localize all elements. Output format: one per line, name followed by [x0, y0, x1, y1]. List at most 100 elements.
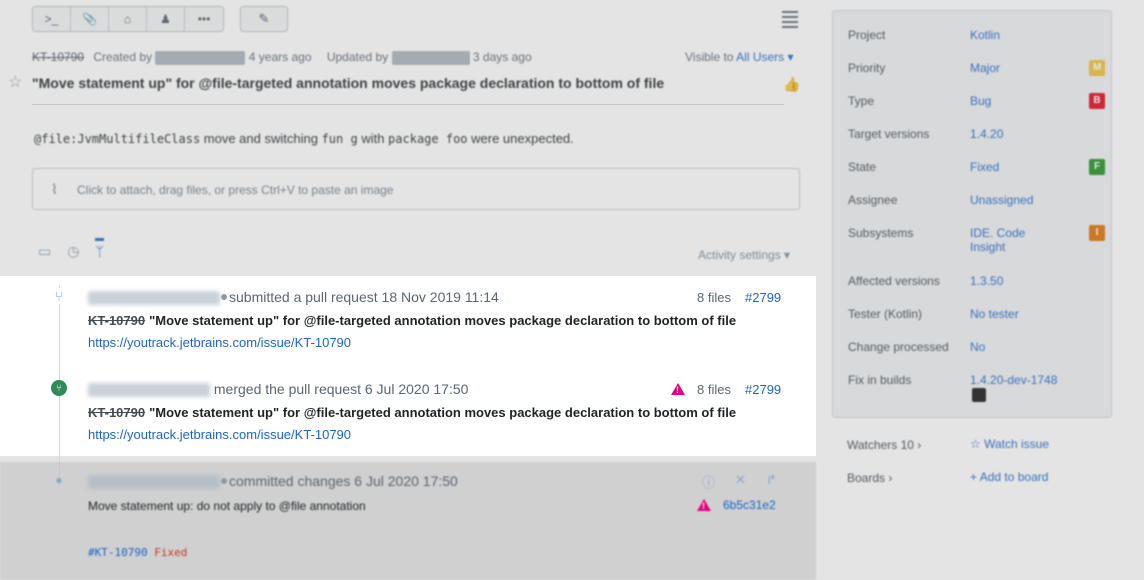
boards-toggle[interactable]: Boards › — [847, 471, 892, 485]
field-label: Project — [848, 28, 886, 42]
pull-request-icon: ⑂ — [51, 288, 67, 304]
watchers-toggle[interactable]: Watchers 10 › — [847, 438, 921, 452]
commit-hash-link[interactable]: 6b5c31e2 — [723, 498, 776, 512]
pr-title-text: "Move statement up" for @file-targeted a… — [149, 405, 737, 420]
edit-button[interactable]: ✎ — [240, 6, 288, 32]
pr-files-count[interactable]: 8 files — [697, 382, 731, 397]
field-value-assignee[interactable]: Unassigned — [970, 193, 1033, 207]
desc-text: move and switching — [200, 131, 322, 146]
field-label: State — [848, 160, 877, 174]
field-value-project[interactable]: Kotlin — [970, 28, 1000, 42]
desc-code: fun g — [321, 132, 358, 146]
star-icon: ☆ — [970, 437, 985, 451]
comments-tab-icon[interactable]: ▭ — [38, 243, 51, 260]
field-value-tester[interactable]: No tester — [970, 307, 1019, 321]
field-label: Target versions — [848, 127, 930, 141]
author-name-redacted[interactable] — [88, 291, 220, 306]
command-button[interactable]: >_ — [33, 7, 71, 31]
issue-id[interactable]: KT-10790 — [88, 405, 145, 420]
more-icon: ••• — [197, 12, 211, 26]
watch-issue-link[interactable]: ☆ Watch issue — [970, 437, 1049, 451]
state-badge: F — [1089, 159, 1105, 175]
share-icon[interactable]: ↱ — [766, 472, 777, 491]
more-button[interactable]: ••• — [185, 7, 223, 31]
field-value-subsystems[interactable]: IDE. Code Insight — [970, 226, 1040, 254]
issue-id[interactable]: KT-10790 — [88, 313, 145, 328]
activity-header: committed changes 6 Jul 2020 17:50 — [88, 473, 458, 490]
activity-action: submitted a pull request 18 Nov 2019 11:… — [229, 289, 499, 305]
thumbs-up-icon[interactable]: 👍 — [783, 76, 800, 93]
info-icon[interactable]: ⓘ — [702, 472, 715, 491]
subsystem-badge: I — [1089, 225, 1105, 241]
field-label: Type — [848, 94, 875, 108]
issue-meta: KT-10790 Created by 4 years ago Updated … — [32, 50, 532, 65]
field-label: Priority — [848, 61, 886, 75]
updater-avatar[interactable] — [391, 50, 470, 65]
pr-number-link[interactable]: #2799 — [745, 290, 781, 305]
field-label: Tester (Kotlin) — [848, 307, 923, 321]
issue-title: "Move statement up" for @file-targeted a… — [32, 75, 665, 91]
field-label: Assignee — [848, 193, 898, 207]
warning-icon[interactable] — [697, 499, 711, 511]
issue-page: >_ 📎 ⌂ ♟ ••• ✎ KT-10790 Created by 4 yea… — [0, 0, 1144, 580]
vcs-tab-icon[interactable]: ᛘ — [95, 238, 104, 260]
attach-dropzone[interactable]: ⌇ Click to attach, drag files, or press … — [32, 168, 800, 210]
activity-settings[interactable]: Activity settings ▾ — [698, 248, 790, 262]
field-label: Affected versions — [848, 274, 940, 288]
issue-toolbar: >_ 📎 ⌂ ♟ ••• ✎ — [32, 6, 288, 32]
created-label: Created by — [93, 50, 153, 64]
merged-icon: ⑂ — [51, 380, 67, 396]
menu-icon[interactable] — [782, 11, 798, 31]
desc-text: were unexpected. — [467, 131, 574, 146]
commit-message: Move statement up: do not apply to @file… — [88, 499, 366, 513]
commit-actions: ⓘ ✕ ↱ — [702, 472, 777, 491]
commit-footer: #KT-10790 Fixed — [88, 546, 187, 559]
desc-code: @file:JvmMultifileClass — [34, 132, 201, 146]
tag-button[interactable]: ⌂ — [109, 7, 147, 31]
issue-fields-panel: Project Kotlin Priority Major M Type Bug… — [832, 10, 1112, 418]
history-tab-icon[interactable]: ◷ — [67, 243, 79, 260]
pr-title: KT-10790 "Move statement up" for @file-ta… — [88, 313, 736, 328]
creator-avatar[interactable] — [155, 50, 246, 65]
add-to-board-link[interactable]: + Add to board — [970, 470, 1048, 484]
attach-button[interactable]: 📎 — [71, 7, 109, 31]
field-value-state[interactable]: Fixed — [970, 160, 999, 174]
author-name-redacted[interactable] — [88, 383, 210, 398]
issue-ref-link[interactable]: #KT-10790 — [88, 546, 148, 559]
close-icon[interactable]: ✕ — [735, 472, 746, 491]
field-value-target-versions[interactable]: 1.4.20 — [970, 127, 1003, 141]
plus-icon: + — [970, 470, 980, 484]
state-ref: Fixed — [154, 546, 188, 559]
issue-id: KT-10790 — [32, 50, 85, 64]
visible-value: All Users ▾ — [736, 50, 794, 64]
attachment-icon: 📎 — [82, 12, 97, 26]
activity-tabs: ▭ ◷ ᛘ — [38, 238, 104, 260]
field-value-change-processed[interactable]: No — [970, 340, 985, 354]
desc-text: with — [357, 131, 389, 146]
field-value-fix-in-builds[interactable]: 1.4.20-dev-1748 — [970, 373, 1057, 387]
commit-icon: ⦁ — [55, 472, 62, 487]
watch-issue-label: Watch issue — [984, 437, 1050, 451]
star-icon[interactable]: ☆ — [8, 72, 22, 92]
field-value-affected-versions[interactable]: 1.3.50 — [970, 274, 1003, 288]
author-name-redacted[interactable] — [88, 475, 220, 490]
assign-button[interactable]: ♟ — [147, 7, 185, 31]
toolbar-group: >_ 📎 ⌂ ♟ ••• — [32, 6, 224, 32]
created-ago: 4 years ago — [248, 50, 312, 64]
field-value-type[interactable]: Bug — [970, 94, 991, 108]
pr-files-count[interactable]: 8 files — [697, 290, 731, 305]
issue-link[interactable]: https://youtrack.jetbrains.com/issue/KT-… — [88, 335, 351, 350]
visibility[interactable]: Visible to All Users ▾ — [685, 50, 794, 64]
field-label: Change processed — [848, 340, 949, 354]
issue-link[interactable]: https://youtrack.jetbrains.com/issue/KT-… — [88, 427, 351, 442]
divider — [32, 104, 784, 105]
visible-label: Visible to — [685, 50, 734, 64]
user-icon: ♟ — [160, 12, 171, 26]
warning-icon[interactable] — [671, 383, 685, 395]
pr-number-link[interactable]: #2799 — [745, 382, 781, 397]
paperclip-icon: ⌇ — [51, 181, 58, 197]
tag-icon: ⌂ — [123, 12, 132, 26]
field-value-priority[interactable]: Major — [970, 61, 1000, 75]
attach-placeholder: Click to attach, drag files, or press Ct… — [77, 183, 394, 197]
issue-description: @file:JvmMultifileClass move and switchi… — [34, 131, 574, 146]
